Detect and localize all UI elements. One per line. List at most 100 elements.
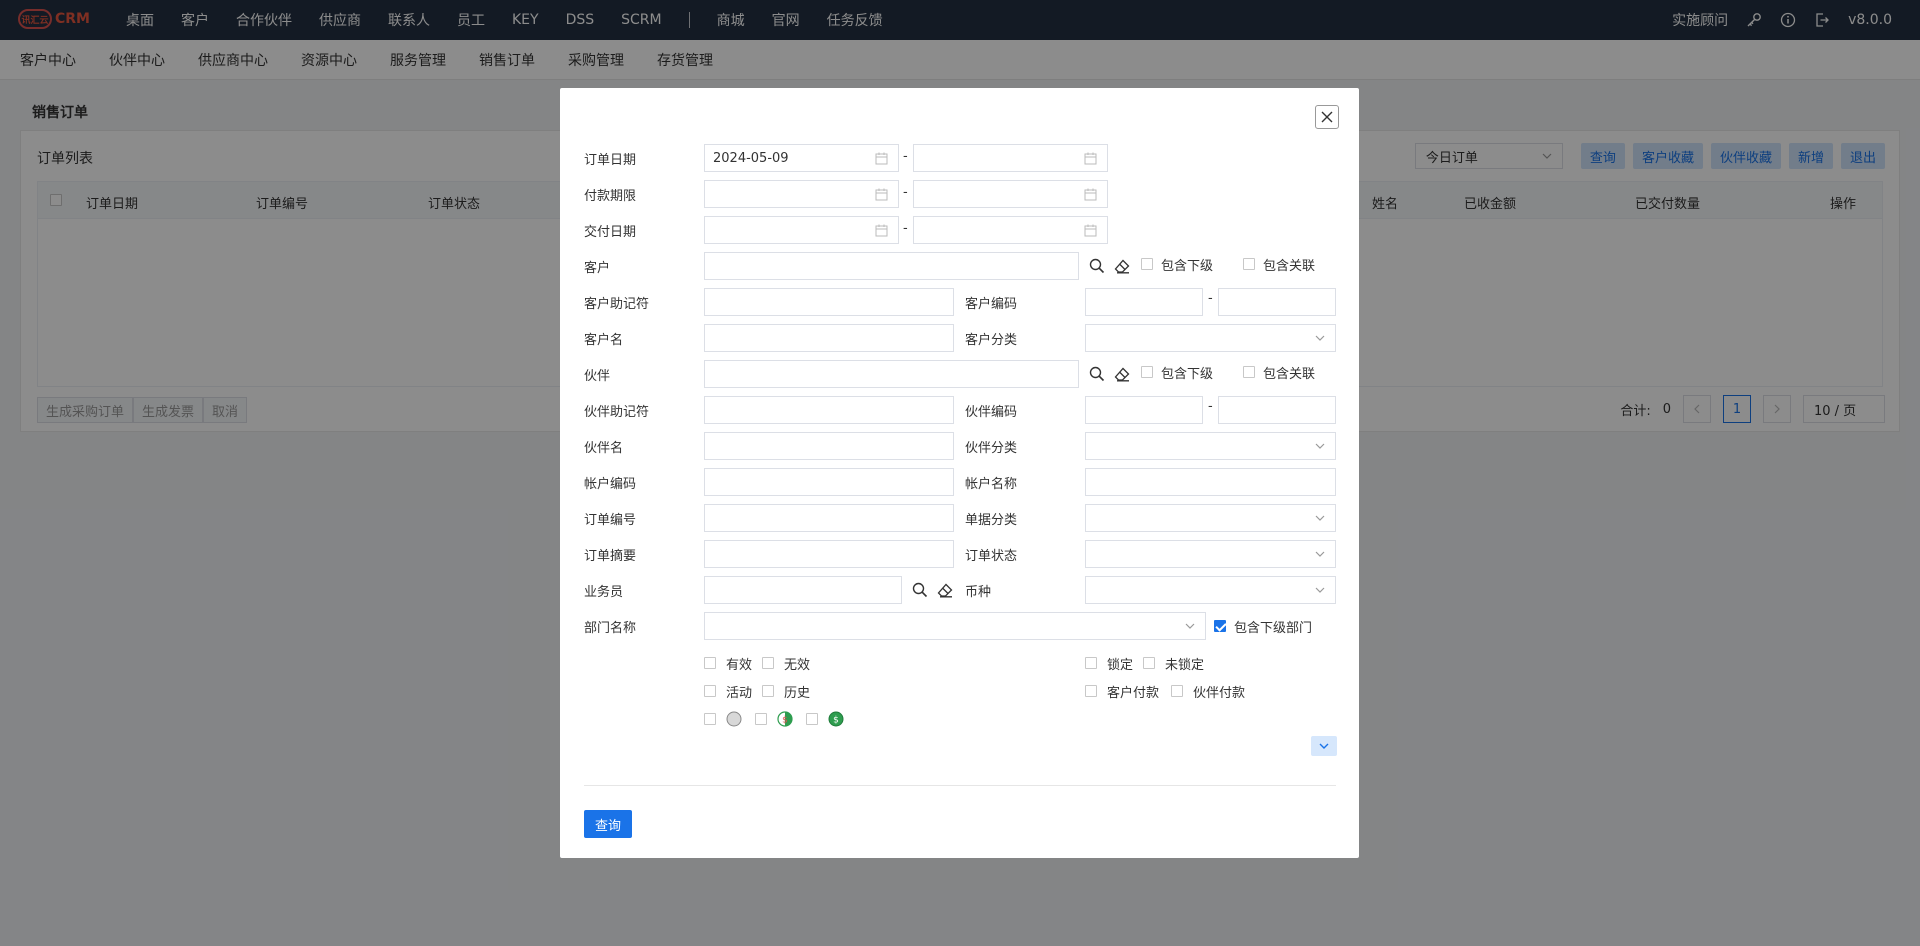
- customer-category-select[interactable]: [1085, 324, 1336, 352]
- history-checkbox[interactable]: [762, 685, 774, 697]
- eraser-icon[interactable]: [937, 583, 953, 598]
- payment-term-from-input[interactable]: [704, 180, 899, 208]
- active-checkbox[interactable]: [704, 685, 716, 697]
- customer-pay-label: 客户付款: [1107, 686, 1160, 701]
- payment-term-label: 付款期限: [584, 189, 637, 204]
- active-label: 活动: [726, 686, 753, 701]
- calendar-icon: [875, 224, 888, 237]
- chevron-down-icon: [1185, 623, 1195, 629]
- valid-label: 有效: [726, 658, 753, 673]
- currency-select[interactable]: [1085, 576, 1336, 604]
- chevron-down-icon: [1315, 587, 1325, 593]
- unlocked-label: 未锁定: [1165, 658, 1205, 673]
- locked-label: 锁定: [1107, 658, 1134, 673]
- customer-include-related-checkbox[interactable]: [1243, 258, 1255, 270]
- salesperson-input[interactable]: [704, 576, 902, 604]
- partial-dollar-icon: $: [777, 711, 793, 727]
- search-icon[interactable]: [912, 582, 928, 598]
- order-status-label: 订单状态: [965, 549, 1018, 564]
- account-name-input[interactable]: [1085, 468, 1336, 496]
- customer-name-label: 客户名: [584, 333, 624, 348]
- delivery-date-label: 交付日期: [584, 225, 637, 240]
- calendar-icon: [1084, 152, 1097, 165]
- include-related-label: 包含关联: [1263, 367, 1316, 382]
- partner-code-from-input[interactable]: [1085, 396, 1203, 424]
- svg-text:$: $: [782, 716, 788, 726]
- include-sub-label: 包含下级: [1161, 367, 1214, 382]
- partner-category-label: 伙伴分类: [965, 441, 1018, 456]
- customer-code-label: 客户编码: [965, 297, 1018, 312]
- order-date-to-input[interactable]: [913, 144, 1108, 172]
- invalid-label: 无效: [784, 658, 811, 673]
- expand-toggle-button[interactable]: [1311, 736, 1337, 756]
- close-button[interactable]: [1315, 105, 1339, 129]
- customer-mnemonic-input[interactable]: [704, 288, 954, 316]
- order-no-input[interactable]: [704, 504, 954, 532]
- partner-pay-checkbox[interactable]: [1171, 685, 1183, 697]
- department-select[interactable]: [704, 612, 1206, 640]
- locked-checkbox[interactable]: [1085, 657, 1097, 669]
- order-summary-input[interactable]: [704, 540, 954, 568]
- include-sub-dept-label: 包含下级部门: [1234, 621, 1313, 636]
- customer-input[interactable]: [704, 252, 1079, 280]
- date-range-dash: -: [903, 185, 908, 200]
- order-date-from-value: 2024-05-09: [713, 150, 789, 166]
- customer-include-sub-checkbox[interactable]: [1141, 258, 1153, 270]
- history-label: 历史: [784, 686, 811, 701]
- partner-input[interactable]: [704, 360, 1079, 388]
- payment-term-to-input[interactable]: [913, 180, 1108, 208]
- partner-code-label: 伙伴编码: [965, 405, 1018, 420]
- valid-checkbox[interactable]: [704, 657, 716, 669]
- invalid-checkbox[interactable]: [762, 657, 774, 669]
- dollar-circle-icon: $: [828, 711, 844, 727]
- eraser-icon[interactable]: [1114, 367, 1130, 382]
- order-date-label: 订单日期: [584, 153, 637, 168]
- close-icon: [1321, 111, 1333, 123]
- eraser-icon[interactable]: [1114, 259, 1130, 274]
- delivery-date-to-input[interactable]: [913, 216, 1108, 244]
- delivery-date-from-input[interactable]: [704, 216, 899, 244]
- include-sub-dept-checkbox[interactable]: [1214, 620, 1226, 632]
- account-code-input[interactable]: [704, 468, 954, 496]
- search-icon[interactable]: [1089, 366, 1105, 382]
- partner-name-input[interactable]: [704, 432, 954, 460]
- partner-label: 伙伴: [584, 369, 611, 384]
- calendar-icon: [1084, 224, 1097, 237]
- search-icon[interactable]: [1089, 258, 1105, 274]
- partner-pay-label: 伙伴付款: [1193, 686, 1246, 701]
- order-status-select[interactable]: [1085, 540, 1336, 568]
- currency-label: 币种: [965, 585, 992, 600]
- gray-circle-icon: [726, 711, 742, 727]
- modal-divider: [584, 785, 1336, 786]
- chevron-down-icon: [1315, 515, 1325, 521]
- partner-code-to-input[interactable]: [1218, 396, 1336, 424]
- salesperson-label: 业务员: [584, 585, 624, 600]
- modal-query-button[interactable]: 查询: [584, 810, 632, 838]
- unlocked-checkbox[interactable]: [1143, 657, 1155, 669]
- partner-name-label: 伙伴名: [584, 441, 624, 456]
- partner-mnemonic-label: 伙伴助记符: [584, 405, 650, 420]
- customer-category-label: 客户分类: [965, 333, 1018, 348]
- partner-include-sub-checkbox[interactable]: [1141, 366, 1153, 378]
- partner-category-select[interactable]: [1085, 432, 1336, 460]
- date-range-dash: -: [903, 221, 908, 236]
- customer-name-input[interactable]: [704, 324, 954, 352]
- customer-code-to-input[interactable]: [1218, 288, 1336, 316]
- status-partial-pay-checkbox[interactable]: [755, 713, 767, 725]
- partner-mnemonic-input[interactable]: [704, 396, 954, 424]
- calendar-icon: [875, 152, 888, 165]
- search-modal: 订单日期 2024-05-09 - 付款期限 - 交付日期 - 客户 包含下级 …: [560, 88, 1359, 858]
- status-full-pay-checkbox[interactable]: [806, 713, 818, 725]
- calendar-icon: [875, 188, 888, 201]
- department-label: 部门名称: [584, 621, 637, 636]
- doc-category-select[interactable]: [1085, 504, 1336, 532]
- customer-code-from-input[interactable]: [1085, 288, 1203, 316]
- order-date-from-input[interactable]: 2024-05-09: [704, 144, 899, 172]
- calendar-icon: [1084, 188, 1097, 201]
- order-summary-label: 订单摘要: [584, 549, 637, 564]
- status-none-checkbox[interactable]: [704, 713, 716, 725]
- customer-mnemonic-label: 客户助记符: [584, 297, 650, 312]
- include-related-label: 包含关联: [1263, 259, 1316, 274]
- partner-include-related-checkbox[interactable]: [1243, 366, 1255, 378]
- customer-pay-checkbox[interactable]: [1085, 685, 1097, 697]
